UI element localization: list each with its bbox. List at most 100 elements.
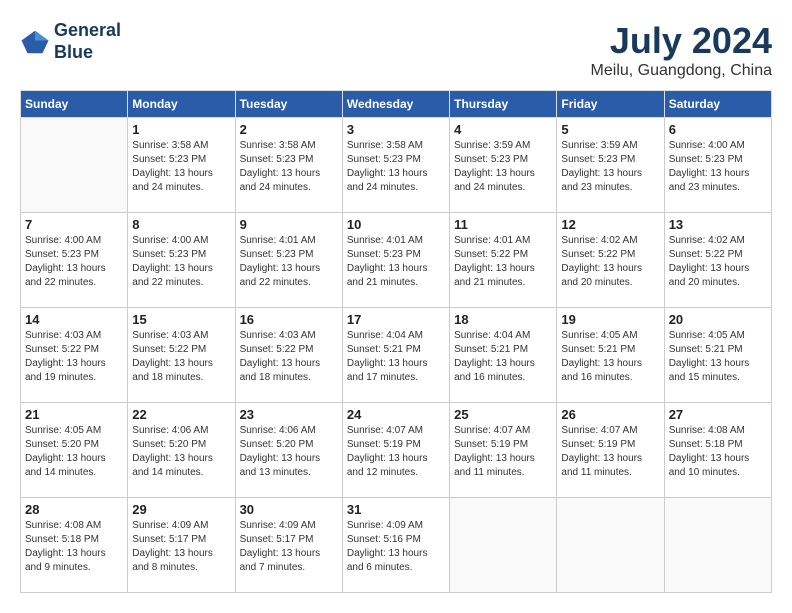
weekday-header-row: SundayMondayTuesdayWednesdayThursdayFrid… xyxy=(21,91,772,118)
day-info: Sunrise: 4:00 AM Sunset: 5:23 PM Dayligh… xyxy=(132,234,230,290)
calendar-cell: 7 Sunrise: 4:00 AM Sunset: 5:23 PM Daylig… xyxy=(21,213,128,308)
day-number: 2 xyxy=(240,122,338,137)
day-info: Sunrise: 4:02 AM Sunset: 5:22 PM Dayligh… xyxy=(561,234,659,290)
calendar-cell: 6 Sunrise: 4:00 AM Sunset: 5:23 PM Daylig… xyxy=(664,118,771,213)
weekday-header-monday: Monday xyxy=(128,91,235,118)
day-number: 9 xyxy=(240,217,338,232)
day-number: 13 xyxy=(669,217,767,232)
day-number: 23 xyxy=(240,407,338,422)
day-info: Sunrise: 4:07 AM Sunset: 5:19 PM Dayligh… xyxy=(454,424,552,480)
calendar-cell: 29 Sunrise: 4:09 AM Sunset: 5:17 PM Dayli… xyxy=(128,498,235,593)
calendar: SundayMondayTuesdayWednesdayThursdayFrid… xyxy=(20,90,772,593)
day-number: 19 xyxy=(561,312,659,327)
calendar-cell: 20Sunrise: 4:05 AM Sunset: 5:21 PM Dayli… xyxy=(664,308,771,403)
day-number: 17 xyxy=(347,312,445,327)
day-info: Sunrise: 4:07 AM Sunset: 5:19 PM Dayligh… xyxy=(347,424,445,480)
day-info: Sunrise: 3:58 AM Sunset: 5:23 PM Dayligh… xyxy=(132,139,230,195)
day-info: Sunrise: 4:03 AM Sunset: 5:22 PM Dayligh… xyxy=(132,329,230,385)
day-number: 22 xyxy=(132,407,230,422)
page-header: General Blue July 2024 Meilu, Guangdong,… xyxy=(20,20,772,80)
day-number: 21 xyxy=(25,407,123,422)
calendar-cell xyxy=(450,498,557,593)
day-info: Sunrise: 4:03 AM Sunset: 5:22 PM Dayligh… xyxy=(240,329,338,385)
day-number: 25 xyxy=(454,407,552,422)
day-number: 20 xyxy=(669,312,767,327)
day-number: 7 xyxy=(25,217,123,232)
location: Meilu, Guangdong, China xyxy=(591,62,772,80)
calendar-cell: 22 Sunrise: 4:06 AM Sunset: 5:20 PM Dayli… xyxy=(128,403,235,498)
day-info: Sunrise: 4:05 AM Sunset: 5:20 PM Dayligh… xyxy=(25,424,123,480)
calendar-cell: 31 Sunrise: 4:09 AM Sunset: 5:16 PM Dayli… xyxy=(342,498,449,593)
day-number: 10 xyxy=(347,217,445,232)
calendar-cell: 4 Sunrise: 3:59 AM Sunset: 5:23 PM Daylig… xyxy=(450,118,557,213)
day-info: Sunrise: 4:09 AM Sunset: 5:16 PM Dayligh… xyxy=(347,519,445,575)
week-row-3: 14 Sunrise: 4:03 AM Sunset: 5:22 PM Dayli… xyxy=(21,308,772,403)
day-number: 26 xyxy=(561,407,659,422)
day-number: 12 xyxy=(561,217,659,232)
calendar-cell: 2 Sunrise: 3:58 AM Sunset: 5:23 PM Daylig… xyxy=(235,118,342,213)
day-number: 4 xyxy=(454,122,552,137)
calendar-cell: 1 Sunrise: 3:58 AM Sunset: 5:23 PM Daylig… xyxy=(128,118,235,213)
day-number: 8 xyxy=(132,217,230,232)
day-number: 15 xyxy=(132,312,230,327)
day-number: 24 xyxy=(347,407,445,422)
day-number: 28 xyxy=(25,502,123,517)
calendar-cell xyxy=(664,498,771,593)
day-info: Sunrise: 4:07 AM Sunset: 5:19 PM Dayligh… xyxy=(561,424,659,480)
calendar-cell: 8 Sunrise: 4:00 AM Sunset: 5:23 PM Daylig… xyxy=(128,213,235,308)
calendar-cell: 24 Sunrise: 4:07 AM Sunset: 5:19 PM Dayli… xyxy=(342,403,449,498)
calendar-cell: 30Sunrise: 4:09 AM Sunset: 5:17 PM Dayli… xyxy=(235,498,342,593)
logo-line1: General xyxy=(54,20,121,40)
logo-line2: Blue xyxy=(54,42,93,62)
day-info: Sunrise: 4:08 AM Sunset: 5:18 PM Dayligh… xyxy=(669,424,767,480)
day-info: Sunrise: 4:08 AM Sunset: 5:18 PM Dayligh… xyxy=(25,519,123,575)
day-number: 16 xyxy=(240,312,338,327)
logo-text: General Blue xyxy=(54,20,121,63)
week-row-5: 28 Sunrise: 4:08 AM Sunset: 5:18 PM Dayli… xyxy=(21,498,772,593)
day-number: 27 xyxy=(669,407,767,422)
day-info: Sunrise: 3:58 AM Sunset: 5:23 PM Dayligh… xyxy=(240,139,338,195)
day-info: Sunrise: 4:04 AM Sunset: 5:21 PM Dayligh… xyxy=(454,329,552,385)
day-number: 6 xyxy=(669,122,767,137)
day-number: 11 xyxy=(454,217,552,232)
day-number: 5 xyxy=(561,122,659,137)
calendar-cell: 15 Sunrise: 4:03 AM Sunset: 5:22 PM Dayli… xyxy=(128,308,235,403)
day-info: Sunrise: 3:59 AM Sunset: 5:23 PM Dayligh… xyxy=(561,139,659,195)
week-row-2: 7 Sunrise: 4:00 AM Sunset: 5:23 PM Daylig… xyxy=(21,213,772,308)
week-row-4: 21 Sunrise: 4:05 AM Sunset: 5:20 PM Dayli… xyxy=(21,403,772,498)
calendar-cell: 25 Sunrise: 4:07 AM Sunset: 5:19 PM Dayli… xyxy=(450,403,557,498)
month-year: July 2024 xyxy=(591,20,772,62)
day-number: 29 xyxy=(132,502,230,517)
calendar-cell: 5 Sunrise: 3:59 AM Sunset: 5:23 PM Daylig… xyxy=(557,118,664,213)
calendar-cell: 17Sunrise: 4:04 AM Sunset: 5:21 PM Dayli… xyxy=(342,308,449,403)
day-info: Sunrise: 4:09 AM Sunset: 5:17 PM Dayligh… xyxy=(132,519,230,575)
day-info: Sunrise: 3:58 AM Sunset: 5:23 PM Dayligh… xyxy=(347,139,445,195)
day-info: Sunrise: 4:00 AM Sunset: 5:23 PM Dayligh… xyxy=(669,139,767,195)
calendar-cell: 21 Sunrise: 4:05 AM Sunset: 5:20 PM Dayli… xyxy=(21,403,128,498)
day-number: 14 xyxy=(25,312,123,327)
day-number: 30 xyxy=(240,502,338,517)
calendar-cell: 13Sunrise: 4:02 AM Sunset: 5:22 PM Dayli… xyxy=(664,213,771,308)
title-block: July 2024 Meilu, Guangdong, China xyxy=(591,20,772,80)
day-info: Sunrise: 4:01 AM Sunset: 5:23 PM Dayligh… xyxy=(347,234,445,290)
calendar-cell: 16 Sunrise: 4:03 AM Sunset: 5:22 PM Dayli… xyxy=(235,308,342,403)
calendar-cell: 11Sunrise: 4:01 AM Sunset: 5:22 PM Dayli… xyxy=(450,213,557,308)
logo-icon xyxy=(20,27,50,57)
day-number: 18 xyxy=(454,312,552,327)
calendar-cell: 3Sunrise: 3:58 AM Sunset: 5:23 PM Daylig… xyxy=(342,118,449,213)
weekday-header-sunday: Sunday xyxy=(21,91,128,118)
day-info: Sunrise: 4:06 AM Sunset: 5:20 PM Dayligh… xyxy=(132,424,230,480)
day-number: 1 xyxy=(132,122,230,137)
day-info: Sunrise: 3:59 AM Sunset: 5:23 PM Dayligh… xyxy=(454,139,552,195)
day-number: 31 xyxy=(347,502,445,517)
calendar-cell xyxy=(557,498,664,593)
week-row-1: 1 Sunrise: 3:58 AM Sunset: 5:23 PM Daylig… xyxy=(21,118,772,213)
day-info: Sunrise: 4:03 AM Sunset: 5:22 PM Dayligh… xyxy=(25,329,123,385)
calendar-cell xyxy=(21,118,128,213)
day-info: Sunrise: 4:00 AM Sunset: 5:23 PM Dayligh… xyxy=(25,234,123,290)
day-info: Sunrise: 4:06 AM Sunset: 5:20 PM Dayligh… xyxy=(240,424,338,480)
calendar-cell: 19Sunrise: 4:05 AM Sunset: 5:21 PM Dayli… xyxy=(557,308,664,403)
calendar-cell: 10 Sunrise: 4:01 AM Sunset: 5:23 PM Dayli… xyxy=(342,213,449,308)
calendar-cell: 14 Sunrise: 4:03 AM Sunset: 5:22 PM Dayli… xyxy=(21,308,128,403)
calendar-cell: 26 Sunrise: 4:07 AM Sunset: 5:19 PM Dayli… xyxy=(557,403,664,498)
